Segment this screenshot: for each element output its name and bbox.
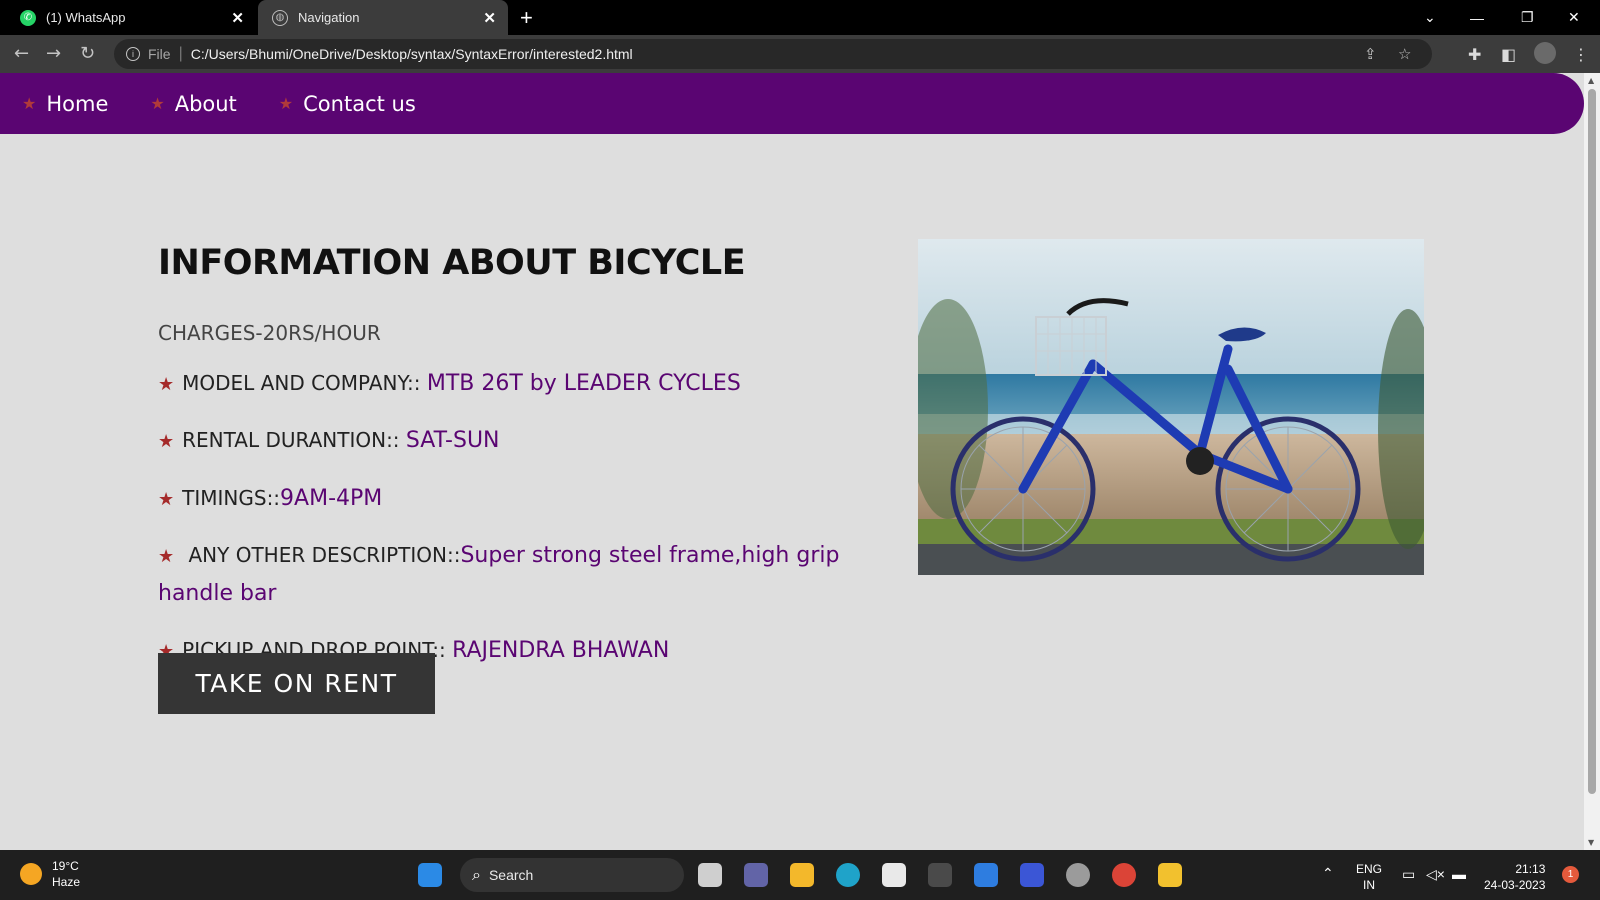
teams-chat-icon[interactable] (744, 863, 768, 887)
todo-check-icon[interactable] (974, 863, 998, 887)
minimize-button[interactable]: — (1470, 0, 1484, 35)
windows-start-icon[interactable] (418, 863, 442, 887)
weather-condition: Haze (52, 875, 81, 890)
network-icon[interactable]: ▭ (1402, 865, 1415, 883)
forward-button[interactable]: → (46, 43, 61, 64)
restore-button[interactable]: ❐ (1521, 0, 1534, 35)
detail-timings: ★ TIMINGS::9AM-4PM (158, 480, 858, 517)
browser-toolbar: ← → ↻ i File | C:/Users/Bhumi/OneDrive/D… (0, 35, 1600, 73)
tab-title: Navigation (298, 10, 360, 25)
site-navbar: ★ Home ★ About ★ Contact us (0, 73, 1584, 134)
star-icon: ★ (158, 488, 175, 510)
chrome-browser-icon[interactable] (1112, 863, 1136, 887)
detail-label: TIMINGS:: (182, 485, 281, 510)
detail-value: 9AM-4PM (280, 485, 383, 511)
detail-description: ★ ANY OTHER DESCRIPTION::Super strong st… (158, 537, 858, 612)
weather-temp: 19°C (52, 859, 79, 873)
close-window-button[interactable]: ✕ (1568, 0, 1580, 35)
detail-rental-duration: ★ RENTAL DURANTION:: SAT-SUN (158, 422, 858, 459)
charges-text: CHARGES-20RS/HOUR (158, 321, 381, 345)
star-icon: ★ (22, 94, 37, 113)
task-view-icon[interactable] (698, 863, 722, 887)
back-button[interactable]: ← (14, 43, 29, 64)
tab-whatsapp[interactable]: ✆ (1) WhatsApp ✕ (0, 0, 256, 35)
tab-search-chevron-icon[interactable]: ⌄ (1424, 0, 1436, 35)
close-tab-icon[interactable]: ✕ (483, 9, 496, 27)
nav-link-about[interactable]: ★ About (150, 92, 236, 116)
page-scrollbar[interactable]: ▲ ▼ (1584, 73, 1600, 850)
side-panel-icon[interactable]: ◧ (1501, 45, 1516, 64)
scroll-up-icon[interactable]: ▲ (1588, 76, 1594, 85)
detail-value: MTB 26T by LEADER CYCLES (426, 371, 741, 396)
sticky-notes-icon[interactable] (1158, 863, 1182, 887)
microsoft-store-icon[interactable] (882, 863, 906, 887)
language-line2: IN (1363, 877, 1375, 892)
profile-avatar[interactable] (1534, 42, 1556, 64)
bicycle-photo (918, 239, 1424, 575)
weather-haze-icon (20, 863, 42, 886)
detail-value: SAT-SUN (405, 428, 500, 454)
share-icon[interactable]: ⇪ (1364, 45, 1377, 63)
menu-kebab-icon[interactable]: ⋮ (1573, 45, 1589, 64)
battery-icon[interactable]: ▬ (1452, 865, 1466, 883)
whatsapp-icon: ✆ (20, 9, 36, 26)
language-line1: ENG (1356, 862, 1383, 876)
nav-link-label: Home (46, 91, 109, 116)
scrollbar-thumb[interactable] (1588, 89, 1596, 794)
clock-time: 21:13 (1515, 862, 1546, 876)
star-icon: ★ (278, 94, 294, 113)
page-title: INFORMATION ABOUT BICYCLE (158, 243, 746, 283)
detail-label: ANY OTHER DESCRIPTION:: (182, 543, 461, 568)
show-hidden-icons-chevron[interactable]: ⌃ (1322, 864, 1334, 882)
address-bar[interactable]: i File | C:/Users/Bhumi/OneDrive/Desktop… (114, 39, 1432, 69)
detail-label: RENTAL DURANTION:: (182, 428, 406, 453)
take-on-rent-button[interactable]: TAKE ON RENT (158, 653, 435, 714)
nav-link-label: About (174, 91, 237, 116)
nav-link-label: Contact us (303, 91, 416, 116)
search-icon: ⌕ (472, 865, 481, 884)
app-hexagon-icon[interactable] (928, 863, 952, 887)
globe-icon: ◍ (272, 9, 288, 26)
browser-tab-strip: ✆ (1) WhatsApp ✕ ◍ Navigation ✕ + ⌄ — ❐ … (0, 0, 1600, 35)
file-explorer-icon[interactable] (790, 863, 814, 887)
tab-navigation[interactable]: ◍ Navigation ✕ (258, 0, 508, 35)
star-icon: ★ (158, 374, 175, 395)
reload-button[interactable]: ↻ (80, 43, 95, 64)
address-scheme: File (148, 46, 171, 62)
nav-link-contact[interactable]: ★ Contact us (279, 92, 416, 116)
detail-value: RAJENDRA BHAWAN (452, 637, 670, 663)
bookmark-star-icon[interactable]: ☆ (1398, 45, 1411, 63)
weather-widget[interactable]: 19°C Haze (20, 858, 80, 890)
detail-label: MODEL AND COMPANY:: (182, 371, 427, 395)
page-viewport: ★ Home ★ About ★ Contact us INFORMATION … (0, 73, 1584, 850)
address-separator: | (178, 45, 183, 62)
star-icon: ★ (158, 431, 175, 453)
address-url[interactable]: C:/Users/Bhumi/OneDrive/Desktop/syntax/S… (191, 46, 633, 62)
star-icon: ★ (150, 94, 165, 113)
settings-gear-icon[interactable] (1066, 863, 1090, 887)
star-icon: ★ (158, 546, 175, 568)
math-app-icon[interactable] (1020, 863, 1044, 887)
detail-model: ★ MODEL AND COMPANY:: MTB 26T by LEADER C… (158, 365, 858, 402)
nav-link-home[interactable]: ★ Home (22, 92, 108, 116)
new-tab-button[interactable]: + (520, 5, 533, 31)
clock-date: 24-03-2023 (1484, 877, 1546, 892)
notification-badge[interactable]: 1 (1562, 866, 1579, 883)
bicycle-info-section: INFORMATION ABOUT BICYCLE CHARGES-20RS/H… (158, 243, 858, 669)
taskbar-search[interactable]: ⌕ Search (460, 858, 684, 892)
taskbar-search-label: Search (488, 867, 534, 883)
scroll-down-icon[interactable]: ▼ (1588, 838, 1594, 847)
extensions-icon[interactable]: ✚ (1468, 45, 1481, 64)
tab-title: (1) WhatsApp (46, 10, 126, 25)
volume-muted-icon[interactable]: ◁× (1426, 865, 1445, 883)
close-tab-icon[interactable]: ✕ (231, 9, 244, 27)
windows-taskbar: 19°C Haze ⌕ Search ⌃ ENG IN ▭ ◁× ▬ 21:13… (0, 850, 1600, 900)
clock[interactable]: 21:13 24-03-2023 (1484, 862, 1545, 893)
language-indicator[interactable]: ENG IN (1356, 862, 1382, 893)
site-info-icon[interactable]: i (126, 47, 140, 61)
edge-browser-icon[interactable] (836, 863, 860, 887)
